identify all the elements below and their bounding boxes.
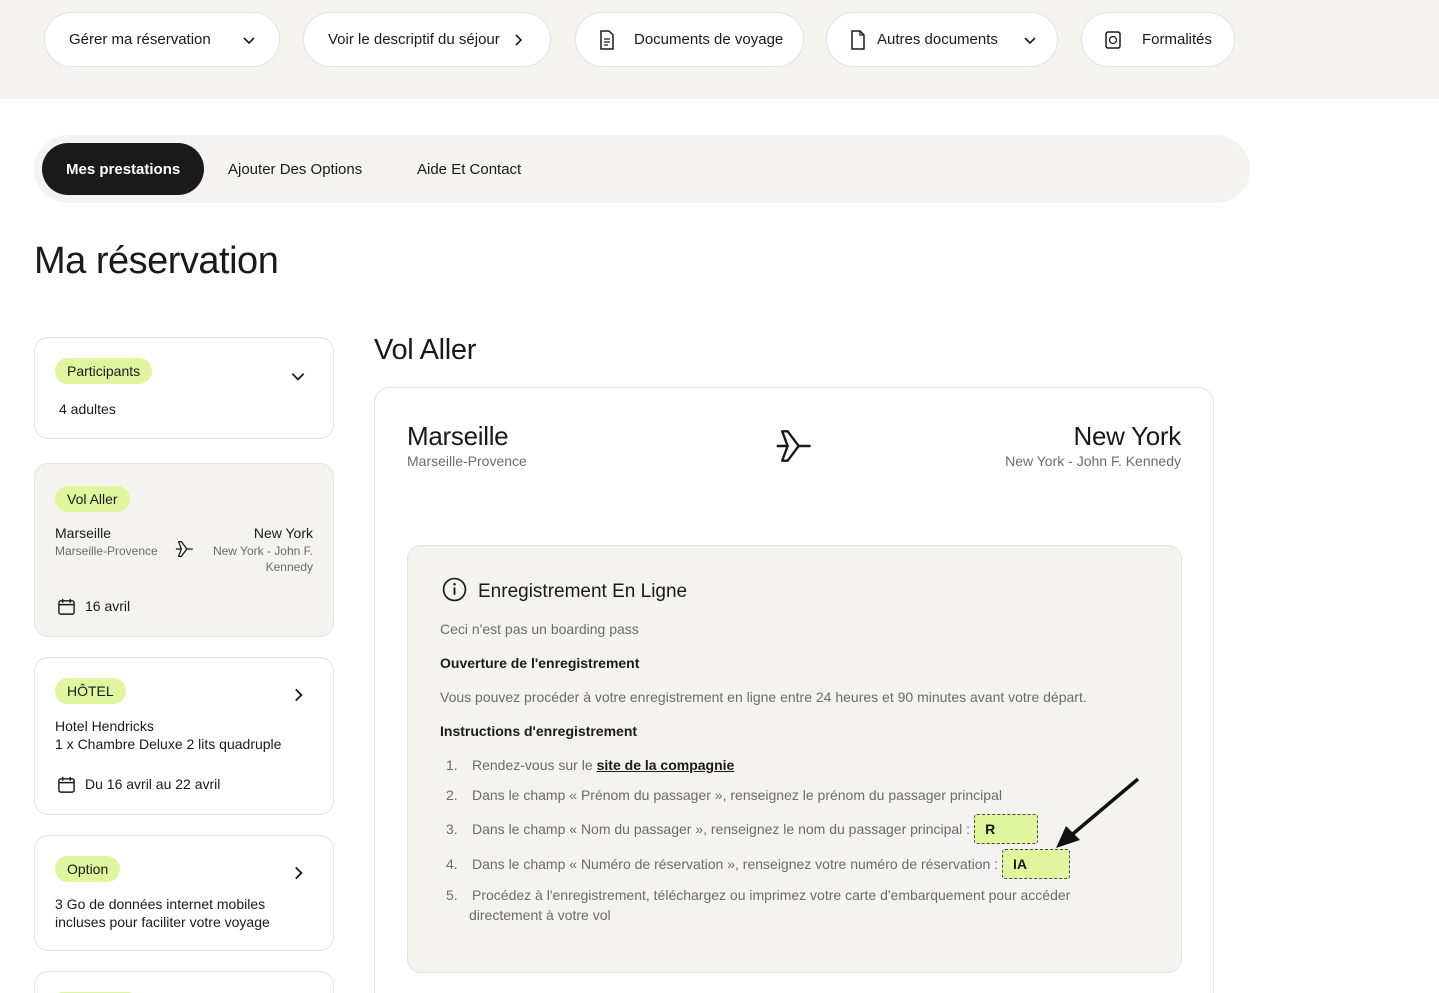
step-4: 4. Dans le champ « Numéro de réservation… [446,849,1071,879]
travel-documents-button[interactable]: Documents de voyage [575,12,804,67]
step-5: 5. Procédez à l'enregistrement, téléchar… [446,887,1070,903]
manage-booking-button[interactable]: Gérer ma réservation [44,12,280,67]
manage-booking-label: Gérer ma réservation [69,31,211,48]
step-text: Procédez à l'enregistrement, téléchargez… [472,887,1071,903]
option-text-line2: incluses pour faciliter votre voyage [55,914,270,930]
calendar-icon [58,776,75,793]
participants-badge: Participants [55,358,153,384]
step-number: 4. [446,856,458,872]
to-city: New York [253,525,313,541]
chevron-right-icon [295,688,303,702]
step-number: 3. [446,821,458,837]
chevron-right-icon [295,866,303,880]
step-2: 2. Dans le champ « Prénom du passager »,… [446,787,1002,803]
to-airport-line1: New York - John F. [212,544,313,558]
view-stay-description-label: Voir le descriptif du séjour [328,31,500,48]
step-number: 2. [446,787,458,803]
opening-text: Vous pouvez procéder à votre enregistrem… [440,689,1087,705]
step-text: Dans le champ « Numéro de réservation »,… [472,856,999,872]
chevron-down-icon [1024,36,1036,44]
info-icon [442,577,467,602]
view-stay-description-button[interactable]: Voir le descriptif du séjour [303,12,551,67]
passport-icon [1105,30,1121,49]
plane-icon [776,430,811,462]
step-5-continued: directement à votre vol [469,907,611,923]
tab-ajouter-options[interactable]: Ajouter Des Options [228,143,362,195]
main-from-city: Marseille [407,421,509,451]
tab-aide-contact[interactable]: Aide Et Contact [417,143,521,195]
page-title: Ma réservation [34,240,279,282]
other-documents-button[interactable]: Autres documents [826,12,1058,67]
option-card[interactable]: Option 3 Go de données internet mobiles … [34,835,334,951]
plane-icon [175,541,193,557]
option-text-line1: 3 Go de données internet mobiles [55,896,266,912]
vol-aller-badge: Vol Aller [55,486,130,512]
chevron-right-icon [515,33,522,46]
hotel-name: Hotel Hendricks [55,718,154,734]
hotel-room: 1 x Chambre Deluxe 2 lits quadruple [55,736,282,752]
hotel-dates: Du 16 avril au 22 avril [85,776,221,792]
participants-count: 4 adultes [59,401,116,417]
tab-bar: Mes prestations Ajouter Des Options Aide… [34,135,1250,203]
step-number: 5. [446,887,458,903]
step-3: 3. Dans le champ « Nom du passager », re… [446,814,1039,844]
top-action-bar: Gérer ma réservation Voir le descriptif … [0,0,1439,99]
flight-detail-card: Marseille Marseille-Provence New York Ne… [374,387,1214,993]
calendar-icon [58,598,75,615]
step-text: Dans le champ « Nom du passager », rense… [472,821,971,837]
travel-documents-label: Documents de voyage [634,31,784,48]
step-text: Rendez-vous sur le [472,757,593,773]
instructions-title: Instructions d'enregistrement [440,723,638,739]
formalities-label: Formalités [1142,31,1213,48]
from-city: Marseille [55,525,112,541]
option-badge: Option [55,856,121,882]
step-1: 1. Rendez-vous sur le site de la compagn… [446,757,734,773]
flight-date: 16 avril [85,598,131,614]
main-to-airport: New York - John F. Kennedy [1005,453,1181,469]
outbound-flight-card[interactable]: Vol Aller Marseille Marseille-Provence N… [34,463,334,637]
hotel-badge: HÔTEL [55,678,126,704]
online-checkin-panel: Enregistrement En Ligne Ceci n'est pas u… [407,545,1182,973]
document-icon [600,29,614,50]
main-to-city: New York [1073,421,1182,451]
next-card[interactable] [34,971,334,993]
opening-title: Ouverture de l'enregistrement [440,655,640,671]
to-airport-line2: Kennedy [265,560,313,574]
chevron-down-icon [243,36,255,44]
participants-card[interactable]: Participants 4 adultes [34,337,334,439]
passenger-name-value: R [974,814,1039,844]
formalities-button[interactable]: Formalités [1081,12,1235,67]
main-from-airport: Marseille-Provence [407,453,527,469]
checkin-title: Enregistrement En Ligne [478,581,688,602]
chevron-down-icon [291,373,305,381]
airline-site-link[interactable]: site de la compagnie [597,757,735,773]
step-number: 1. [446,757,458,773]
from-airport: Marseille-Provence [55,544,158,558]
other-documents-label: Autres documents [877,31,998,48]
hotel-card[interactable]: HÔTEL Hotel Hendricks 1 x Chambre Deluxe… [34,657,334,815]
section-title: Vol Aller [374,334,477,366]
file-icon [851,29,865,50]
not-boarding-pass-note: Ceci n'est pas un boarding pass [440,621,639,637]
arrow-annotation-icon [1056,777,1140,848]
tab-mes-prestations[interactable]: Mes prestations [42,143,205,195]
step-text: Dans le champ « Prénom du passager », re… [472,787,1002,803]
